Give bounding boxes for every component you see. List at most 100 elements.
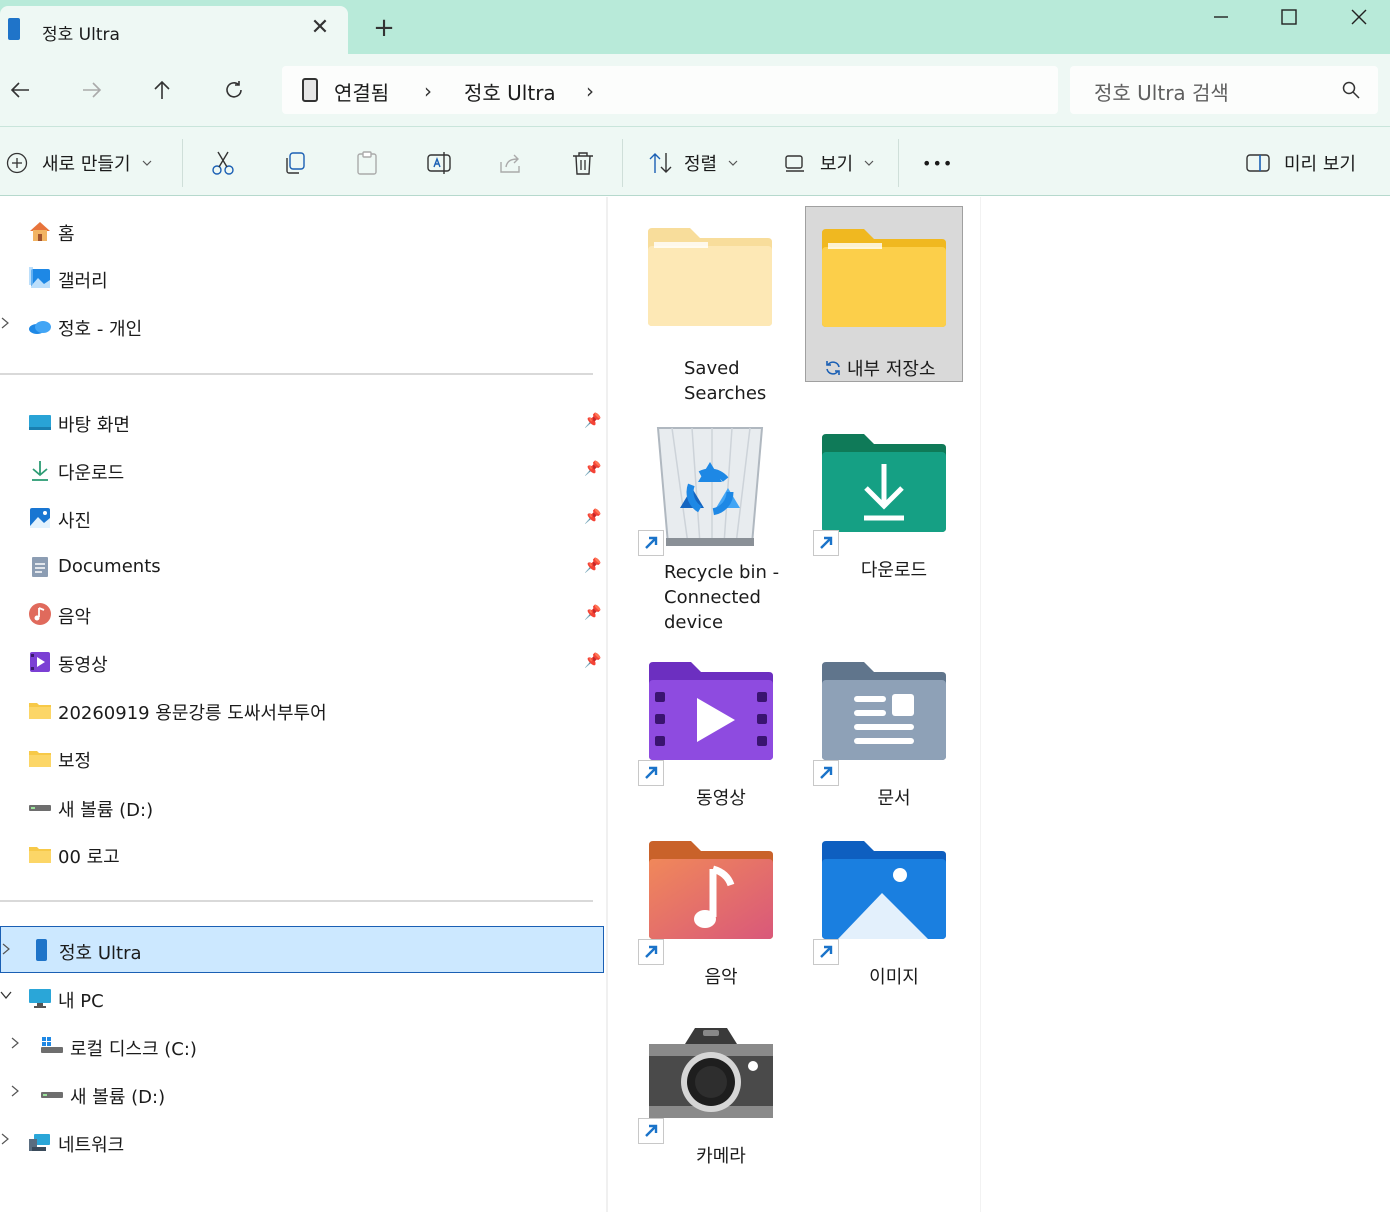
up-button[interactable] bbox=[146, 74, 178, 106]
item-label: 카메라 bbox=[696, 1146, 746, 1167]
more-options-button[interactable]: ••• bbox=[922, 149, 953, 177]
share-button[interactable] bbox=[498, 149, 524, 177]
document-folder-icon bbox=[822, 662, 946, 760]
command-bar: 새로 만들기 정렬 보기 ••• 미리 보기 bbox=[0, 126, 1390, 196]
sidebar-label: 내 PC bbox=[58, 991, 104, 1012]
item-label: Searches bbox=[684, 383, 767, 404]
shortcut-overlay bbox=[638, 760, 664, 786]
sidebar-item-folder-logo[interactable]: 00 로고 bbox=[0, 834, 606, 874]
item-label-row: 내부 저장소 bbox=[824, 355, 964, 381]
preview-pane-button[interactable]: 미리 보기 bbox=[1246, 149, 1356, 177]
minimize-button[interactable] bbox=[1186, 0, 1256, 34]
item-recycle-bin[interactable]: Recycle bin - Connected device bbox=[632, 410, 790, 640]
chevron-right-icon bbox=[11, 1085, 19, 1097]
cloud-icon bbox=[29, 321, 51, 334]
sidebar-item-downloads[interactable]: 다운로드 📌 bbox=[0, 450, 606, 490]
sidebar-item-folder-tour[interactable]: 20260919 용문강릉 도싸서부투어 bbox=[0, 690, 606, 730]
view-button[interactable]: 보기 bbox=[784, 149, 875, 177]
item-documents[interactable]: 문서 bbox=[805, 646, 963, 816]
paste-button[interactable] bbox=[354, 149, 380, 177]
delete-button[interactable] bbox=[570, 149, 596, 177]
arrow-right-icon bbox=[83, 82, 102, 98]
pin-icon[interactable]: 📌 bbox=[584, 461, 601, 477]
sidebar-item-videos[interactable]: 동영상 📌 bbox=[0, 642, 606, 682]
arrow-left-icon bbox=[10, 82, 29, 98]
sidebar-label: 음악 bbox=[58, 607, 92, 628]
refresh-icon bbox=[226, 81, 242, 98]
view-label: 보기 bbox=[820, 154, 854, 175]
pin-icon[interactable]: 📌 bbox=[584, 509, 601, 525]
sidebar-label: 바탕 화면 bbox=[58, 415, 130, 436]
cut-button[interactable] bbox=[210, 149, 236, 177]
shortcut-overlay bbox=[813, 760, 839, 786]
sidebar-item-home[interactable]: 홈 bbox=[0, 211, 600, 251]
camera-icon bbox=[649, 1028, 773, 1118]
arrow-up-icon bbox=[154, 80, 170, 99]
tab-close-button[interactable]: ✕ bbox=[308, 16, 332, 40]
breadcrumb-chevron[interactable]: › bbox=[424, 79, 432, 103]
folder-icon bbox=[822, 229, 946, 327]
shortcut-overlay bbox=[638, 1118, 664, 1144]
sidebar-item-local-disk-c[interactable]: 로컬 디스크 (C:) bbox=[0, 1026, 606, 1066]
preview-label: 미리 보기 bbox=[1284, 154, 1356, 175]
breadcrumb-device[interactable]: 정호 Ultra bbox=[464, 77, 556, 106]
sidebar-label: 새 볼륨 (D:) bbox=[70, 1087, 166, 1108]
refresh-button[interactable] bbox=[218, 74, 250, 106]
item-label: 문서 bbox=[877, 788, 911, 809]
address-bar[interactable]: 연결됨 › 정호 Ultra › bbox=[282, 66, 1058, 114]
breadcrumb-chevron[interactable]: › bbox=[586, 79, 594, 103]
video-folder-icon bbox=[649, 662, 773, 760]
maximize-button[interactable] bbox=[1254, 0, 1324, 34]
sidebar-item-documents[interactable]: Documents 📌 bbox=[0, 547, 606, 587]
drive-icon bbox=[41, 1092, 63, 1098]
sort-icon bbox=[649, 153, 672, 173]
item-label: Recycle bin - bbox=[664, 562, 780, 583]
sidebar-item-network[interactable]: 네트워크 bbox=[0, 1122, 606, 1162]
sidebar-label: 사진 bbox=[58, 511, 92, 532]
sidebar-item-onedrive[interactable]: 정호 - 개인 bbox=[0, 306, 600, 346]
back-button[interactable] bbox=[4, 74, 36, 106]
item-downloads[interactable]: 다운로드 bbox=[805, 410, 963, 590]
pin-icon[interactable]: 📌 bbox=[584, 558, 601, 574]
pin-icon[interactable]: 📌 bbox=[584, 653, 601, 669]
sidebar-item-this-pc[interactable]: 내 PC bbox=[0, 978, 606, 1018]
sidebar-label: Documents bbox=[58, 556, 161, 577]
item-saved-searches[interactable]: Saved Searches bbox=[632, 206, 790, 406]
forward-button[interactable] bbox=[76, 74, 108, 106]
shortcut-overlay bbox=[813, 530, 839, 556]
sync-icon bbox=[826, 361, 840, 375]
tab-jeongho-ultra[interactable]: 정호 Ultra ✕ bbox=[0, 6, 348, 54]
sidebar-item-volume-d[interactable]: 새 볼륨 (D:) bbox=[0, 787, 606, 827]
shortcut-arrow-icon bbox=[820, 945, 833, 958]
shortcut-arrow-icon bbox=[820, 766, 833, 779]
chevron-right-icon bbox=[1, 317, 9, 329]
new-button[interactable]: 새로 만들기 bbox=[6, 149, 153, 177]
sidebar-item-folder-edit[interactable]: 보정 bbox=[0, 738, 606, 778]
item-internal-storage[interactable]: 내부 저장소 bbox=[805, 206, 963, 382]
sidebar-label: 다운로드 bbox=[58, 463, 125, 484]
breadcrumb-connected[interactable]: 연결됨 bbox=[334, 77, 389, 106]
item-videos[interactable]: 동영상 bbox=[632, 646, 790, 816]
sidebar-item-jeongho-ultra[interactable]: 정호 Ultra bbox=[0, 926, 604, 973]
sort-button[interactable]: 정렬 bbox=[648, 149, 739, 177]
item-music[interactable]: 음악 bbox=[632, 825, 790, 995]
sidebar-item-pictures[interactable]: 사진 📌 bbox=[0, 498, 606, 538]
item-camera[interactable]: 카메라 bbox=[632, 1004, 790, 1179]
sidebar-label: 새 볼륨 (D:) bbox=[58, 800, 154, 821]
close-window-button[interactable] bbox=[1324, 0, 1390, 34]
item-images[interactable]: 이미지 bbox=[805, 825, 963, 995]
sidebar-item-music[interactable]: 음악 📌 bbox=[0, 594, 606, 634]
new-tab-button[interactable]: + bbox=[372, 15, 396, 41]
search-input[interactable]: 정호 Ultra 검색 bbox=[1070, 66, 1378, 114]
rename-button[interactable] bbox=[426, 149, 452, 177]
sidebar-item-gallery[interactable]: 갤러리 bbox=[0, 258, 600, 298]
sidebar-item-volume-d-pc[interactable]: 새 볼륨 (D:) bbox=[0, 1074, 606, 1114]
drive-icon bbox=[29, 805, 51, 811]
copy-button[interactable] bbox=[282, 149, 308, 177]
pin-icon[interactable]: 📌 bbox=[584, 605, 601, 621]
network-icon bbox=[29, 1134, 50, 1151]
sidebar-item-desktop[interactable]: 바탕 화면 📌 bbox=[0, 402, 606, 442]
sidebar-label: 네트워크 bbox=[58, 1135, 125, 1156]
item-label: device bbox=[664, 612, 724, 633]
pin-icon[interactable]: 📌 bbox=[584, 413, 601, 429]
